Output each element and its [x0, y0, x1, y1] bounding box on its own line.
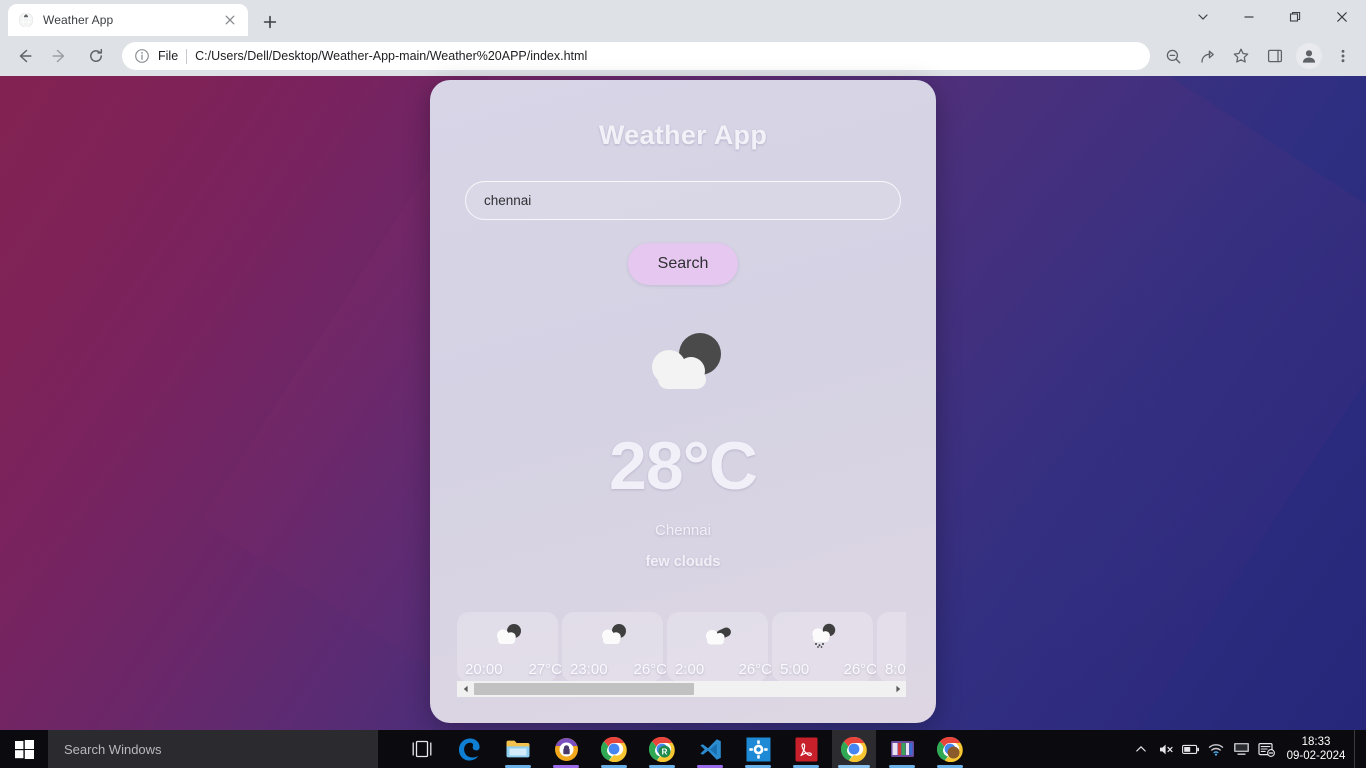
forecast-time: 2:00 [675, 661, 705, 678]
system-tray: 18:33 09-02-2024 [1129, 730, 1366, 768]
display-icon[interactable] [1229, 730, 1253, 768]
forecast-card[interactable]: 5:00 26°C [772, 612, 877, 682]
bookmark-star-icon[interactable] [1226, 41, 1256, 71]
scroll-left-icon[interactable] [457, 681, 474, 697]
tab-title: Weather App [43, 13, 114, 27]
url-scheme-label: File [158, 49, 179, 63]
back-arrow-icon[interactable] [8, 40, 40, 72]
chrome-icon[interactable] [592, 730, 636, 768]
current-description: few clouds [645, 554, 721, 570]
url-text: C:/Users/Dell/Desktop/Weather-App-main/W… [195, 49, 588, 63]
window-controls [1180, 0, 1366, 34]
file-explorer-icon[interactable] [496, 730, 540, 768]
windows-logo-icon[interactable] [0, 730, 48, 768]
taskbar-apps: R [400, 730, 972, 768]
tab-search-button[interactable] [1180, 0, 1226, 34]
clock-time: 18:33 [1301, 735, 1331, 748]
search-input[interactable]: chennai [465, 181, 901, 220]
settings-icon[interactable] [736, 730, 780, 768]
minimize-button[interactable] [1226, 0, 1272, 34]
current-city: Chennai [655, 522, 711, 539]
forecast-strip[interactable]: 20:00 27°C 23:00 26°C 2:00 26°C 5:00 26°… [457, 612, 906, 682]
forecast-card[interactable]: 2:00 26°C [667, 612, 772, 682]
forecast-temp: 26°C [633, 661, 667, 678]
current-temperature: 28°C [609, 428, 758, 504]
vscode-icon[interactable] [688, 730, 732, 768]
shower-rain-night-icon [806, 622, 840, 648]
forward-arrow-icon[interactable] [44, 40, 76, 72]
browser-toolbar: File C:/Users/Dell/Desktop/Weather-App-m… [0, 36, 1366, 76]
few-clouds-night-icon [596, 622, 630, 648]
forecast-row: 20:00 27°C 23:00 26°C 2:00 26°C 5:00 26°… [457, 612, 906, 682]
few-clouds-night-icon [491, 622, 525, 648]
forecast-time: 23:00 [570, 661, 608, 678]
search-input-value: chennai [484, 193, 532, 208]
browser-tab[interactable]: Weather App [8, 4, 248, 36]
profile-avatar-icon[interactable] [1296, 43, 1322, 69]
few-clouds-night-icon [633, 327, 733, 402]
chrome-menu-icon[interactable] [1328, 41, 1358, 71]
forecast-card[interactable]: 23:00 26°C [562, 612, 667, 682]
forecast-time: 5:00 [780, 661, 810, 678]
address-bar[interactable]: File C:/Users/Dell/Desktop/Weather-App-m… [122, 42, 1150, 70]
side-panel-icon[interactable] [1260, 41, 1290, 71]
forecast-temp: 26°C [738, 661, 772, 678]
taskbar-search-placeholder: Search Windows [64, 741, 162, 757]
omnibox-divider [186, 48, 188, 64]
forecast-scrollbar[interactable] [457, 681, 906, 697]
scrollbar-track[interactable] [474, 681, 889, 697]
forecast-time: 8:00 [885, 661, 906, 678]
winrar-icon[interactable] [880, 730, 924, 768]
task-view-icon[interactable] [400, 730, 444, 768]
wifi-icon[interactable] [1204, 730, 1228, 768]
chrome-beta-icon[interactable] [928, 730, 972, 768]
forecast-temp: 26°C [843, 661, 877, 678]
page-title: Weather App [598, 120, 768, 150]
forecast-temp: 27°C [528, 661, 562, 678]
clock-date: 09-02-2024 [1286, 750, 1346, 762]
close-icon[interactable] [222, 12, 238, 28]
scrollbar-thumb[interactable] [474, 683, 694, 695]
chrome-active-icon[interactable] [832, 730, 876, 768]
password-manager-icon[interactable] [544, 730, 588, 768]
forecast-card[interactable]: 8:00 [877, 612, 906, 682]
battery-icon[interactable] [1179, 730, 1203, 768]
close-window-button[interactable] [1318, 0, 1366, 34]
scroll-right-icon[interactable] [889, 681, 906, 697]
globe-icon [18, 12, 34, 28]
search-button[interactable]: Search [628, 243, 738, 285]
forecast-time: 20:00 [465, 661, 503, 678]
svg-text:R: R [662, 748, 668, 757]
edge-icon[interactable] [448, 730, 492, 768]
taskbar: Search Windows R 18:33 09-02-2024 [0, 730, 1366, 768]
show-hidden-icons-icon[interactable] [1129, 730, 1153, 768]
maximize-button[interactable] [1272, 0, 1318, 34]
volume-muted-icon[interactable] [1154, 730, 1178, 768]
reload-icon[interactable] [80, 40, 112, 72]
taskbar-search-box[interactable]: Search Windows [48, 730, 378, 768]
acrobat-reader-icon[interactable] [784, 730, 828, 768]
show-desktop-button[interactable] [1354, 730, 1360, 768]
info-circle-icon[interactable] [134, 48, 150, 64]
new-tab-button[interactable] [256, 8, 284, 36]
broken-clouds-icon [701, 622, 735, 648]
chrome-canary-icon[interactable]: R [640, 730, 684, 768]
browser-window: Weather App File C:/Users/Dell/Desktop/W… [0, 0, 1366, 76]
taskbar-clock[interactable]: 18:33 09-02-2024 [1279, 730, 1353, 768]
forecast-card[interactable]: 20:00 27°C [457, 612, 562, 682]
notifications-icon[interactable] [1254, 730, 1278, 768]
screen: Weather App File C:/Users/Dell/Desktop/W… [0, 0, 1366, 768]
zoom-out-icon[interactable] [1158, 41, 1188, 71]
share-icon[interactable] [1192, 41, 1222, 71]
tab-strip: Weather App [0, 0, 1366, 36]
